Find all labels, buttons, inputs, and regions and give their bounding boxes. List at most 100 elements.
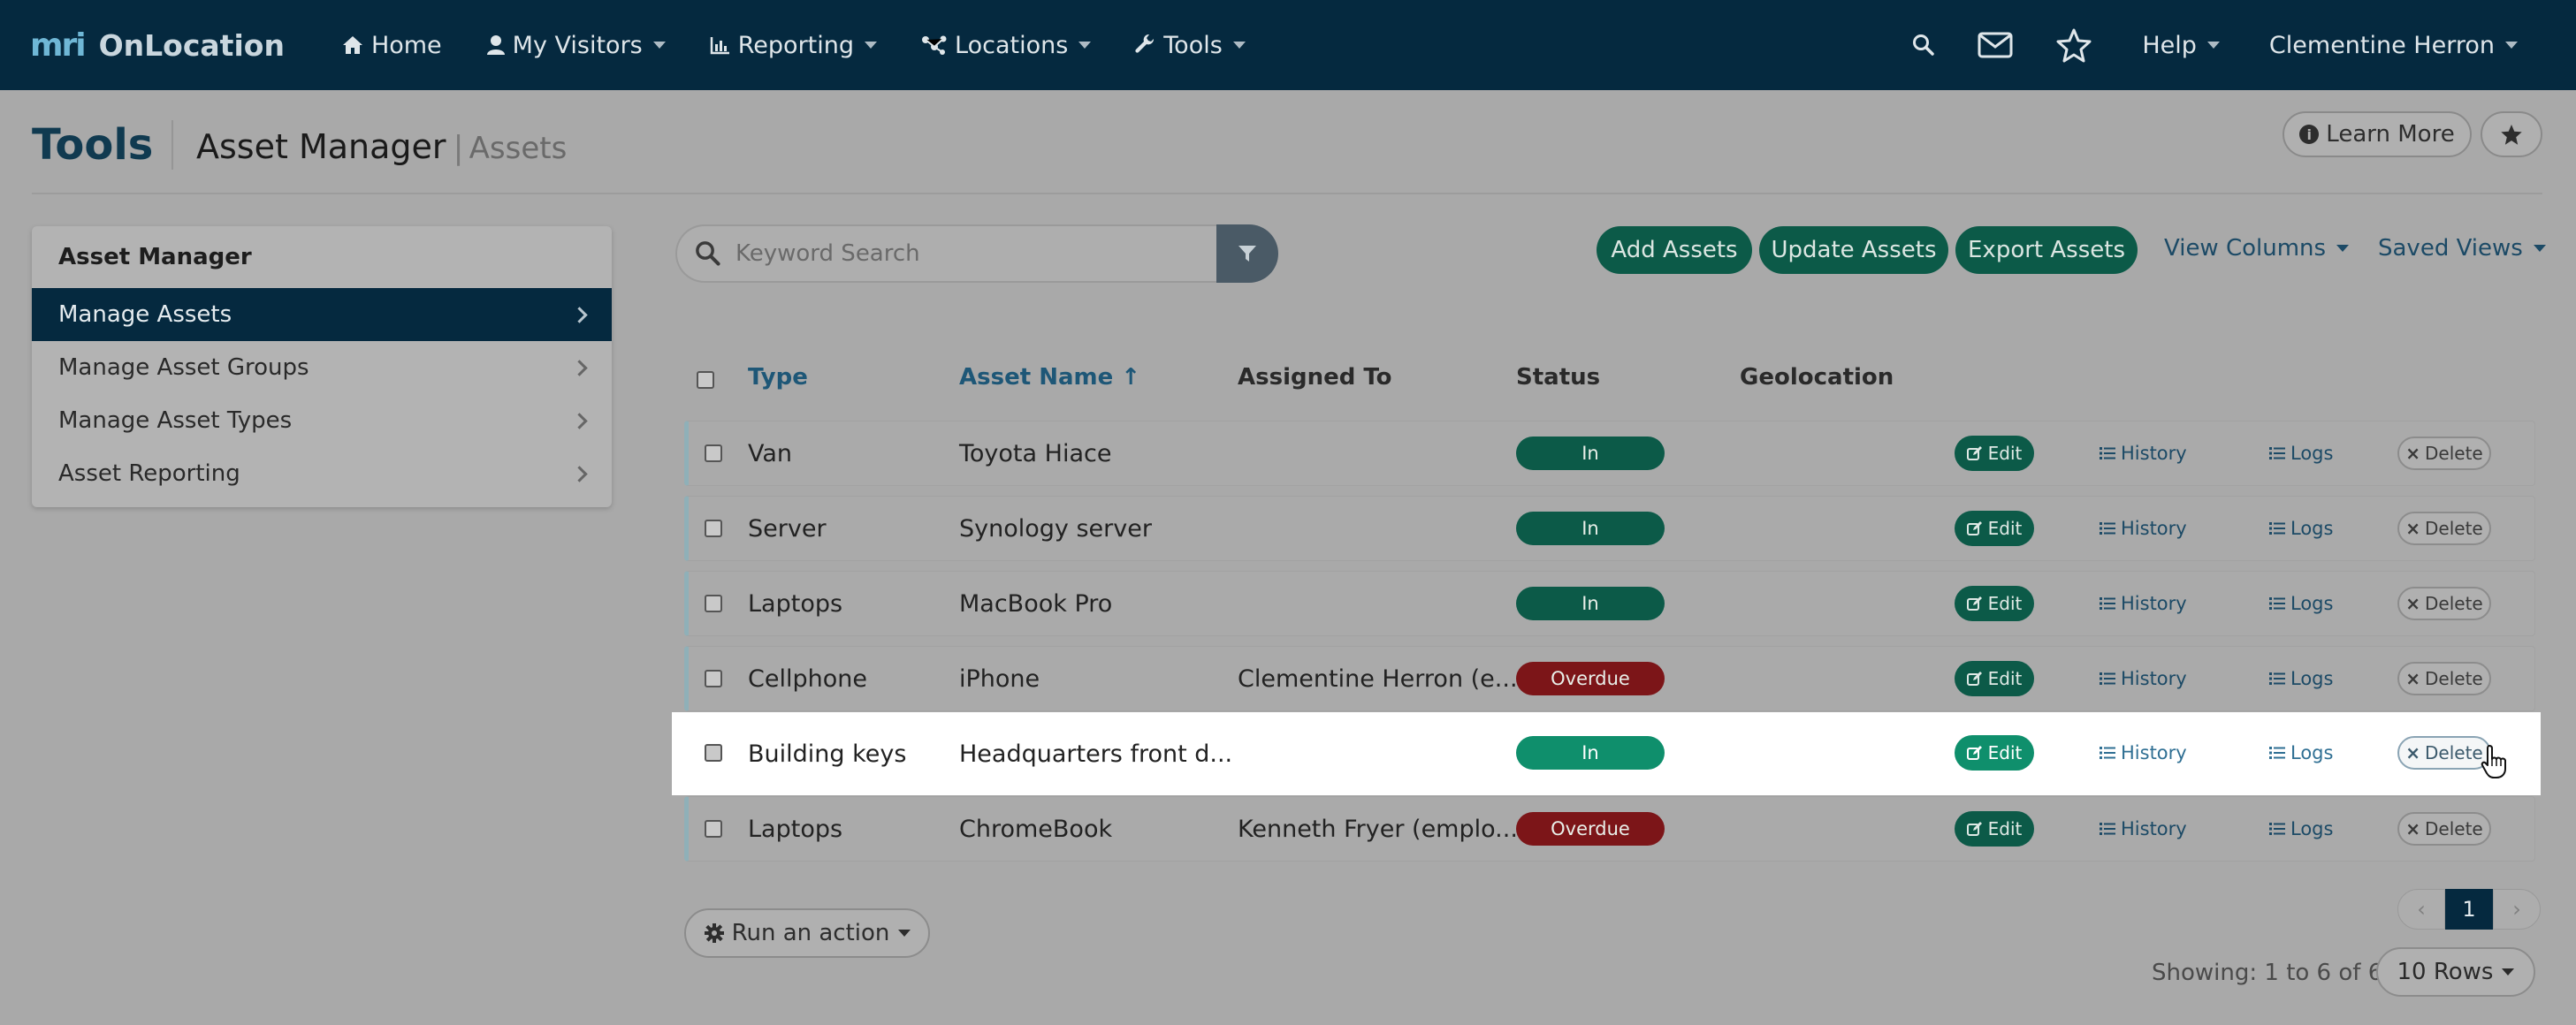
sidebar-item-manage-asset-types[interactable]: Manage Asset Types: [32, 394, 612, 447]
add-assets-button[interactable]: Add Assets: [1597, 226, 1752, 274]
sidebar-title: Asset Manager: [58, 244, 252, 270]
close-icon: ×: [2405, 742, 2421, 763]
chevron-right-icon: [571, 359, 588, 376]
table-row[interactable]: Laptops ChromeBook Kenneth Fryer (emplo.…: [684, 796, 2535, 862]
select-all-checkbox[interactable]: [697, 371, 714, 389]
history-link[interactable]: History: [2100, 742, 2187, 763]
cell-type: Building keys: [748, 740, 907, 768]
history-link[interactable]: History: [2100, 518, 2187, 539]
edit-button[interactable]: Edit: [1955, 436, 2034, 471]
column-header-geolocation[interactable]: Geolocation: [1740, 364, 1894, 391]
list-icon: [2100, 747, 2115, 759]
user-name: Clementine Herron: [2268, 31, 2495, 59]
delete-button[interactable]: × Delete: [2397, 662, 2491, 695]
envelope-icon: [1978, 32, 2013, 58]
history-link[interactable]: History: [2100, 818, 2187, 839]
history-link[interactable]: History: [2100, 443, 2187, 464]
cell-asset-name: Toyota Hiace: [959, 439, 1112, 467]
header-divider: [32, 193, 2542, 194]
logs-link[interactable]: Logs: [2269, 593, 2333, 614]
table-row[interactable]: Cellphone iPhone Clementine Herron (e...…: [684, 646, 2535, 711]
edit-button[interactable]: Edit: [1955, 586, 2034, 621]
edit-label: Edit: [1987, 668, 2023, 689]
bar-chart-icon: [710, 37, 729, 55]
rows-per-page-select[interactable]: 10 Rows: [2376, 947, 2535, 997]
learn-more-button[interactable]: i Learn More: [2283, 111, 2472, 157]
edit-button[interactable]: Edit: [1955, 735, 2034, 771]
edit-button[interactable]: Edit: [1955, 511, 2034, 546]
search-icon: [696, 241, 720, 266]
row-checkbox[interactable]: [705, 595, 722, 612]
help-menu[interactable]: Help: [2142, 32, 2220, 59]
run-action-button[interactable]: Run an action: [684, 908, 930, 958]
cell-assigned-to: Kenneth Fryer (emplo...: [1238, 815, 1518, 843]
history-label: History: [2121, 518, 2187, 539]
page-prev-button[interactable]: ‹: [2397, 889, 2445, 930]
status-badge: Overdue: [1516, 662, 1665, 695]
logs-label: Logs: [2290, 818, 2334, 839]
sidebar-item-manage-assets[interactable]: Manage Assets: [32, 288, 612, 341]
table-row[interactable]: Van Toyota Hiace In Edit History Logs × …: [684, 421, 2535, 486]
cell-asset-name: Synology server: [959, 514, 1152, 543]
column-header-assigned-to[interactable]: Assigned To: [1238, 364, 1392, 391]
update-assets-button[interactable]: Update Assets: [1759, 226, 1948, 274]
export-assets-button[interactable]: Export Assets: [1955, 226, 2138, 274]
favorites-button[interactable]: [2055, 27, 2092, 63]
delete-button[interactable]: × Delete: [2397, 437, 2491, 470]
logs-link[interactable]: Logs: [2269, 518, 2333, 539]
row-checkbox[interactable]: [705, 520, 722, 537]
list-icon: [2269, 747, 2285, 759]
favorite-page-button[interactable]: [2481, 111, 2542, 157]
subtitle-main: Asset Manager: [196, 127, 446, 166]
nav-reporting[interactable]: Reporting: [710, 32, 878, 59]
delete-button[interactable]: × Delete: [2397, 587, 2491, 620]
delete-button[interactable]: × Delete: [2397, 512, 2491, 545]
logs-link[interactable]: Logs: [2269, 443, 2333, 464]
table-row[interactable]: Building keys Headquarters front d... In…: [672, 712, 2541, 795]
page-next-button[interactable]: ›: [2493, 889, 2541, 930]
logs-link[interactable]: Logs: [2269, 668, 2333, 689]
row-checkbox[interactable]: [705, 670, 722, 687]
sidebar-item-asset-reporting[interactable]: Asset Reporting: [32, 447, 612, 500]
messages-button[interactable]: [1978, 32, 2013, 58]
chevron-right-icon: [571, 412, 588, 429]
column-header-status[interactable]: Status: [1516, 364, 1600, 391]
logs-link[interactable]: Logs: [2269, 742, 2333, 763]
delete-label: Delete: [2425, 593, 2483, 614]
logs-link[interactable]: Logs: [2269, 818, 2333, 839]
edit-button[interactable]: Edit: [1955, 661, 2034, 696]
keyword-search-input[interactable]: [735, 240, 1195, 267]
delete-button[interactable]: × Delete: [2397, 736, 2491, 770]
table-row[interactable]: Laptops MacBook Pro In Edit History Logs…: [684, 571, 2535, 636]
table-row[interactable]: Server Synology server In Edit History L…: [684, 496, 2535, 561]
row-checkbox[interactable]: [705, 444, 722, 462]
column-header-asset-name[interactable]: Asset Name ↑: [959, 364, 1140, 391]
edit-button[interactable]: Edit: [1955, 811, 2034, 847]
page-1-button[interactable]: 1: [2445, 889, 2493, 930]
nav-home[interactable]: Home: [341, 32, 442, 59]
row-checkbox[interactable]: [705, 744, 722, 762]
search-nav-button[interactable]: [1912, 34, 1935, 57]
history-link[interactable]: History: [2100, 593, 2187, 614]
sort-ascending-icon: ↑: [1121, 364, 1141, 391]
nav-locations[interactable]: Locations: [921, 32, 1092, 59]
nav-my-visitors[interactable]: My Visitors: [486, 32, 666, 59]
app-logo[interactable]: mri OnLocation: [30, 27, 285, 64]
column-header-type[interactable]: Type: [748, 364, 808, 391]
row-checkbox[interactable]: [705, 820, 722, 838]
nav-tools[interactable]: Tools: [1135, 32, 1246, 59]
list-icon: [2269, 672, 2285, 685]
history-link[interactable]: History: [2100, 668, 2187, 689]
view-columns-dropdown[interactable]: View Columns: [2164, 235, 2350, 262]
saved-views-dropdown[interactable]: Saved Views: [2378, 235, 2546, 262]
home-icon: [342, 36, 362, 54]
wrench-icon: [1135, 34, 1155, 53]
user-menu[interactable]: Clementine Herron: [2269, 32, 2518, 59]
status-badge: Overdue: [1516, 812, 1665, 846]
page-title: Tools: [32, 120, 154, 170]
delete-button[interactable]: × Delete: [2397, 812, 2491, 846]
gear-icon: [704, 923, 724, 943]
showing-count: Showing: 1 to 6 of 6: [2152, 960, 2383, 986]
filter-button[interactable]: [1216, 224, 1278, 283]
sidebar-item-manage-asset-groups[interactable]: Manage Asset Groups: [32, 341, 612, 394]
